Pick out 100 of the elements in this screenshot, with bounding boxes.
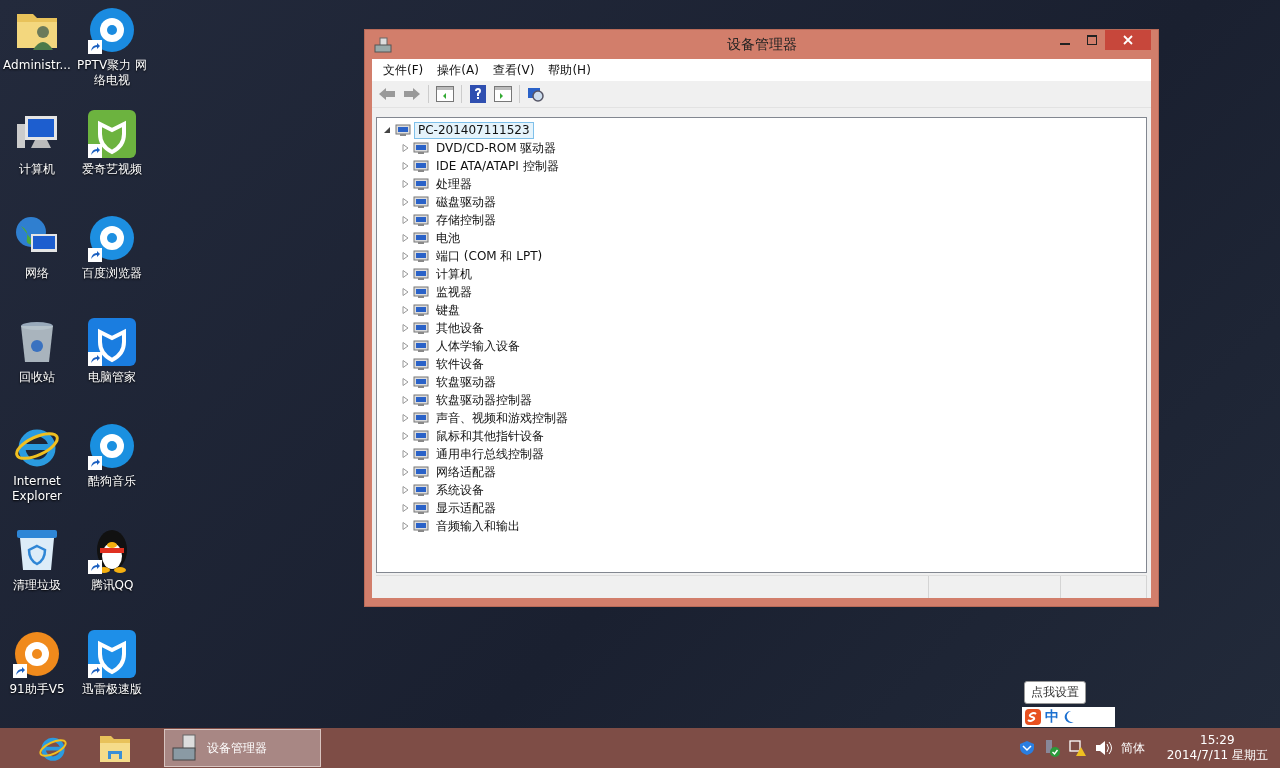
app-circle-icon <box>13 630 61 678</box>
menu-item[interactable]: 文件(F) <box>376 59 431 81</box>
device-icon <box>413 338 429 354</box>
menu-item[interactable]: 操作(A) <box>430 59 486 81</box>
device-icon <box>413 482 429 498</box>
tree-item[interactable]: 人体学输入设备 <box>432 337 524 355</box>
desktop-icon-label: Administr... <box>3 58 71 73</box>
shortcut-arrow-icon <box>88 40 102 54</box>
ime-toolbar[interactable]: 中 <box>1022 707 1115 727</box>
desktop-shortcut[interactable] <box>88 422 136 470</box>
collapsed-caret-icon[interactable] <box>401 414 409 422</box>
tree-item[interactable]: 监视器 <box>432 283 476 301</box>
desktop-shortcut[interactable] <box>13 630 61 678</box>
desktop-icon-label: 爱奇艺视频 <box>82 162 142 177</box>
shortcut-arrow-icon <box>13 664 27 678</box>
collapsed-caret-icon[interactable] <box>401 288 409 296</box>
clock-date[interactable]: 2014/7/11 星期五 <box>1166 746 1268 764</box>
desktop-shortcut[interactable] <box>88 6 136 54</box>
shield-icon[interactable] <box>1018 740 1035 756</box>
tree-item[interactable]: 鼠标和其他指针设备 <box>432 427 548 445</box>
desktop-shortcut[interactable] <box>88 214 136 262</box>
collapsed-caret-icon[interactable] <box>401 378 409 386</box>
shortcut-arrow-icon <box>88 560 102 574</box>
tree-item[interactable]: PC-201407111523 <box>414 121 534 139</box>
tree-item[interactable]: 音频输入和输出 <box>432 517 524 535</box>
collapsed-caret-icon[interactable] <box>401 504 409 512</box>
collapsed-caret-icon[interactable] <box>401 396 409 404</box>
app-tile-icon <box>88 110 136 158</box>
menu-item[interactable]: 查看(V) <box>485 59 542 81</box>
collapsed-caret-icon[interactable] <box>401 252 409 260</box>
device-icon <box>413 446 429 462</box>
action-pane-button[interactable] <box>492 83 514 105</box>
tree-item[interactable]: 软盘驱动器控制器 <box>432 391 536 409</box>
collapsed-caret-icon[interactable] <box>401 234 409 242</box>
app-circle-icon <box>88 422 136 470</box>
collapsed-caret-icon[interactable] <box>401 324 409 332</box>
tree-item[interactable]: 软件设备 <box>432 355 488 373</box>
device-icon <box>413 212 429 228</box>
collapsed-caret-icon[interactable] <box>401 144 409 152</box>
tree-item[interactable]: 通用串行总线控制器 <box>432 445 548 463</box>
tree-item[interactable]: DVD/CD-ROM 驱动器 <box>432 139 561 157</box>
tree-item[interactable]: 声音、视频和游戏控制器 <box>432 409 572 427</box>
tree-item[interactable]: 端口 (COM 和 LPT) <box>432 247 547 265</box>
desktop-icon-label: Internet Explorer <box>11 474 63 504</box>
help-button[interactable] <box>467 83 489 105</box>
tree-item[interactable]: 磁盘驱动器 <box>432 193 500 211</box>
collapsed-caret-icon[interactable] <box>401 522 409 530</box>
clock-time[interactable]: 15:29 <box>1200 732 1235 747</box>
minimize-icon <box>1060 43 1070 45</box>
device-icon <box>413 320 429 336</box>
speaker-icon[interactable] <box>1094 740 1113 756</box>
device-icon <box>413 518 429 534</box>
device-icon <box>413 176 429 192</box>
close-button[interactable] <box>1105 30 1151 50</box>
device-icon <box>413 392 429 408</box>
device-icon <box>413 302 429 318</box>
collapsed-caret-icon[interactable] <box>401 270 409 278</box>
ime-mode[interactable]: 中 <box>1045 708 1059 726</box>
console-tree-button[interactable] <box>434 83 456 105</box>
shortcut-arrow-icon <box>88 352 102 366</box>
desktop-icon-label: 网络 <box>25 266 49 281</box>
tree-item[interactable]: 电池 <box>432 229 464 247</box>
device-icon <box>413 194 429 210</box>
shortcut-arrow-icon <box>88 456 102 470</box>
tree-item[interactable]: 软盘驱动器 <box>432 373 500 391</box>
menu-item[interactable]: 帮助(H) <box>541 59 598 81</box>
tree-item[interactable]: 显示适配器 <box>432 499 500 517</box>
app-tile-icon <box>88 318 136 366</box>
language-indicator[interactable]: 简体 <box>1120 739 1145 757</box>
tree-item[interactable]: 存储控制器 <box>432 211 500 229</box>
device-icon <box>413 356 429 372</box>
tree-item[interactable]: 系统设备 <box>432 481 488 499</box>
collapsed-caret-icon[interactable] <box>401 306 409 314</box>
collapsed-caret-icon[interactable] <box>401 468 409 476</box>
collapsed-caret-icon[interactable] <box>401 360 409 368</box>
input-method-logo-icon <box>1025 709 1041 725</box>
moon-icon[interactable] <box>1063 710 1075 724</box>
device-icon <box>395 122 411 138</box>
shortcut-arrow-icon <box>88 248 102 262</box>
app-circle-icon <box>88 214 136 262</box>
tree-item[interactable]: 处理器 <box>432 175 476 193</box>
desktop-icon-label: 回收站 <box>19 370 55 385</box>
tree-item[interactable]: 计算机 <box>432 265 476 283</box>
network-warning-icon[interactable] <box>1068 739 1087 757</box>
tree-item[interactable]: 键盘 <box>432 301 464 319</box>
collapsed-caret-icon[interactable] <box>401 342 409 350</box>
tree-item[interactable]: 其他设备 <box>432 319 488 337</box>
collapsed-caret-icon[interactable] <box>401 432 409 440</box>
desktop-icon-label: 计算机 <box>19 162 55 177</box>
tree-item[interactable]: 网络适配器 <box>432 463 500 481</box>
tree-item[interactable]: IDE ATA/ATAPI 控制器 <box>432 157 563 175</box>
collapsed-caret-icon[interactable] <box>401 180 409 188</box>
collapsed-caret-icon[interactable] <box>401 450 409 458</box>
collapsed-caret-icon[interactable] <box>401 162 409 170</box>
collapsed-caret-icon[interactable] <box>401 486 409 494</box>
device-icon <box>413 374 429 390</box>
collapsed-caret-icon[interactable] <box>401 198 409 206</box>
collapsed-caret-icon[interactable] <box>401 216 409 224</box>
expanded-caret-icon[interactable] <box>383 126 391 134</box>
desktop-icon-label: 清理垃圾 <box>13 578 61 593</box>
